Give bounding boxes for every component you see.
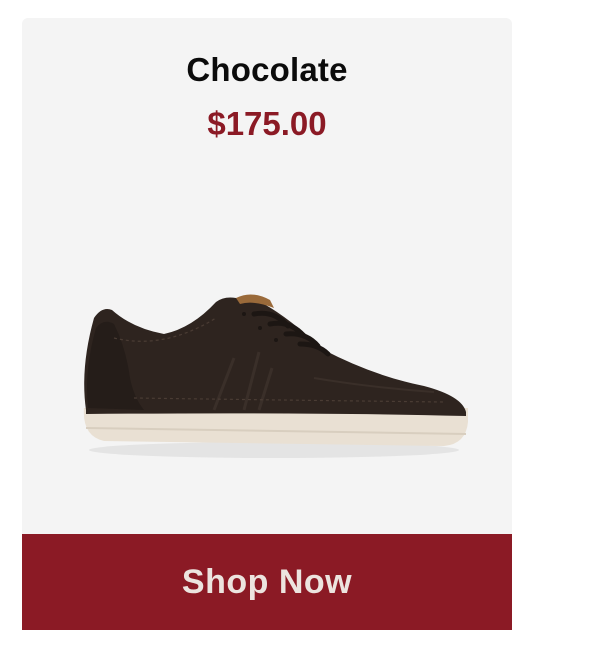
sneaker-icon [83,294,468,458]
product-image[interactable] [74,288,474,468]
shop-now-button[interactable]: Shop Now [22,534,512,630]
product-card[interactable]: Chocolate $175.00 Shop Now [22,18,512,630]
product-title: Chocolate [186,51,348,88]
product-price: $175.00 [207,105,327,142]
